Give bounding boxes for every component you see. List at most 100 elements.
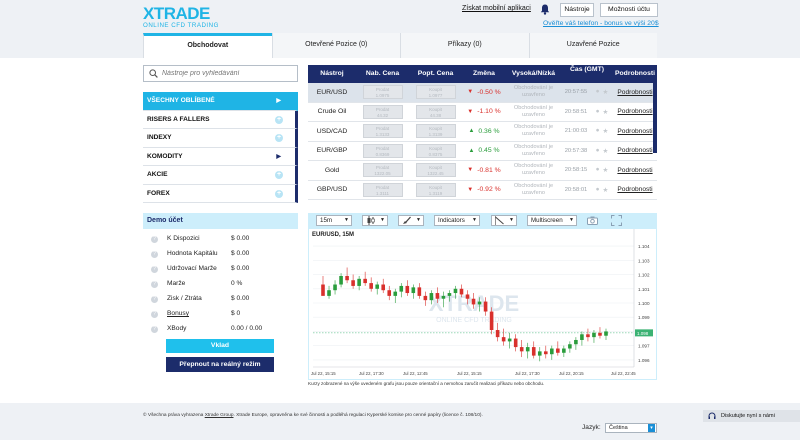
logo[interactable]: XTRADE ONLINE CFD TRADING — [143, 5, 219, 29]
category-stocks[interactable]: AKCIE + — [143, 166, 298, 185]
multiscreen-select[interactable]: Multiscreen ▼ — [527, 215, 577, 226]
bell-icon[interactable] — [540, 4, 550, 15]
bonuses-link[interactable]: Bonusy — [167, 310, 189, 317]
sell-button[interactable]: Prodat 44.32 — [362, 104, 403, 119]
details-link[interactable]: Podrobnosti — [613, 186, 657, 193]
copyright-suffix: . Xtrade Europe, opravněna ke své činnos… — [233, 413, 483, 418]
quote-time: 20:57:55 — [564, 89, 588, 96]
language-select[interactable]: Čeština ▾ — [605, 423, 657, 433]
buy-price: 1.0977 — [428, 93, 443, 99]
details-link[interactable]: Podrobnosti — [613, 167, 657, 174]
sell-button[interactable]: Prodat 1.0975 — [362, 85, 403, 100]
candle-body — [327, 290, 331, 296]
star-icon[interactable]: ★ — [603, 147, 609, 155]
candle-body — [519, 347, 524, 352]
xtrade-group-link[interactable]: Xtrade Group — [205, 413, 234, 418]
table-row[interactable]: Crude Oil Prodat 44.32 Koupit 44.38 ▼ -1.10 % O… — [308, 103, 657, 122]
buy-button[interactable]: Koupit 0.8375 — [415, 143, 456, 158]
account-row-label: Hodnota Kapitálu — [167, 250, 218, 257]
category-forex[interactable]: FOREX + — [143, 184, 298, 203]
help-icon[interactable]: ? — [151, 311, 158, 318]
deposit-button[interactable]: Vklad — [166, 339, 274, 353]
headset-icon — [708, 412, 716, 419]
details-link[interactable]: Podrobnosti — [613, 128, 657, 135]
help-icon[interactable]: ? — [151, 236, 158, 243]
price-chart[interactable]: XTRADEONLINE CFD TRADING1.1041.1031.1021… — [308, 228, 657, 380]
star-icon[interactable]: ★ — [603, 127, 609, 135]
buy-button[interactable]: Koupit 1.0977 — [415, 85, 456, 100]
help-icon[interactable]: ? — [151, 296, 158, 303]
instrument-symbol[interactable]: EUR/GBP — [308, 147, 356, 154]
candle-body — [447, 293, 452, 296]
tab-open-positions[interactable]: Otevřené Pozice (0) — [271, 33, 401, 58]
star-icon[interactable]: ★ — [603, 166, 609, 174]
category-all-favorites[interactable]: VŠECHNY OBLÍBENÉ ▶ — [143, 92, 298, 111]
star-icon[interactable]: ★ — [603, 88, 609, 96]
help-icon[interactable]: ? — [151, 281, 158, 288]
instrument-symbol[interactable]: Crude Oil — [308, 108, 356, 115]
sell-button[interactable]: Prodat 1.3133 — [362, 124, 403, 139]
plus-icon: + — [275, 189, 283, 198]
sell-button[interactable]: Prodat 1322.05 — [362, 163, 403, 178]
category-commodities[interactable]: KOMODITY ▶ — [143, 147, 298, 166]
drawing-tools-select[interactable]: ▼ — [398, 215, 424, 226]
copyright-text: © Všechna práva vyhrazena Xtrade Group. … — [143, 413, 483, 418]
table-row[interactable]: EUR/USD Prodat 1.0975 Koupit 1.0977 ▼ -0.50 % O… — [308, 83, 657, 103]
table-scrollbar[interactable] — [653, 83, 657, 153]
tab-orders[interactable]: Příkazy (0) — [400, 33, 529, 58]
tab-closed-positions[interactable]: Uzavřené Pozice — [528, 33, 658, 58]
bell-icon[interactable]: ● — [596, 186, 600, 194]
category-risers-fallers[interactable]: RISERS A FALLERS + — [143, 110, 298, 129]
help-icon[interactable]: ? — [151, 326, 158, 333]
trendline-select[interactable]: ▼ — [491, 215, 517, 226]
fullscreen-icon[interactable] — [611, 215, 622, 226]
star-icon[interactable]: ★ — [603, 186, 609, 194]
tab-trade[interactable]: Obchodovat — [143, 33, 272, 58]
buy-button[interactable]: Koupit 1322.45 — [415, 163, 456, 178]
buy-button[interactable]: Koupit 44.38 — [415, 104, 456, 119]
table-row[interactable]: EUR/GBP Prodat 0.8369 Koupit 0.8375 ▲ 0.45 % Ob… — [308, 142, 657, 161]
bell-icon[interactable]: ● — [596, 147, 600, 155]
x-tick-label: Jul 22, 20:15 — [559, 371, 584, 376]
star-icon[interactable]: ★ — [603, 108, 609, 116]
instrument-symbol[interactable]: EUR/USD — [308, 89, 356, 96]
candle-body — [429, 293, 434, 301]
help-icon[interactable]: ? — [151, 251, 158, 258]
buy-button[interactable]: Koupit 1.3139 — [415, 124, 456, 139]
indicators-select[interactable]: Indicators ▼ — [434, 215, 480, 226]
chat-button[interactable]: Diskutujte nyní s námi — [703, 410, 800, 422]
table-row[interactable]: Gold Prodat 1322.05 Koupit 1322.45 ▼ -0.81 % Ob… — [308, 161, 657, 181]
help-icon[interactable]: ? — [151, 266, 158, 273]
instrument-symbol[interactable]: GBP/USD — [308, 186, 356, 193]
candle-body — [423, 295, 428, 301]
bell-icon[interactable]: ● — [596, 166, 600, 174]
camera-icon[interactable] — [587, 216, 598, 225]
sell-button[interactable]: Prodat 1.3111 — [362, 182, 403, 197]
candlestick-chart[interactable]: XTRADEONLINE CFD TRADING1.1041.1031.1021… — [309, 229, 656, 379]
verify-phone-link[interactable]: Ověřte váš telefon - bonus ve výši 20$ — [543, 20, 659, 27]
table-row[interactable]: USD/CAD Prodat 1.3133 Koupit 1.3139 ▲ 0.36 % Ob… — [308, 122, 657, 142]
switch-real-mode-button[interactable]: Přepnout na reálný režim — [166, 357, 274, 372]
bell-icon[interactable]: ● — [596, 127, 600, 135]
change-cell: ▼ -0.81 % — [462, 167, 506, 174]
details-link[interactable]: Podrobnosti — [613, 108, 657, 115]
chart-title: EUR/USD, 15M — [312, 232, 354, 238]
table-row[interactable]: GBP/USD Prodat 1.3111 Koupit 1.3119 ▼ -0.92 % O… — [308, 181, 657, 200]
sell-button[interactable]: Prodat 0.8369 — [362, 143, 403, 158]
search-input[interactable] — [162, 68, 294, 79]
bell-icon[interactable]: ● — [596, 108, 600, 116]
chevron-right-icon: ▶ — [276, 98, 281, 104]
mobile-app-link[interactable]: Získat mobilní aplikaci — [462, 5, 531, 12]
tools-button[interactable]: Nástroje — [560, 3, 594, 17]
instrument-symbol[interactable]: Gold — [308, 167, 356, 174]
instrument-symbol[interactable]: USD/CAD — [308, 128, 356, 135]
bell-icon[interactable]: ● — [596, 88, 600, 96]
buy-cell: Koupit 0.8375 — [409, 143, 462, 158]
interval-select[interactable]: 15m ▼ — [316, 215, 352, 226]
account-options-button[interactable]: Možnosti účtu — [600, 3, 658, 17]
details-link[interactable]: Podrobnosti — [613, 89, 657, 96]
chart-type-select[interactable]: ▼ — [362, 215, 388, 226]
details-link[interactable]: Podrobnosti — [613, 147, 657, 154]
buy-button[interactable]: Koupit 1.3119 — [415, 182, 456, 197]
category-indexes[interactable]: INDEXY + — [143, 129, 298, 148]
